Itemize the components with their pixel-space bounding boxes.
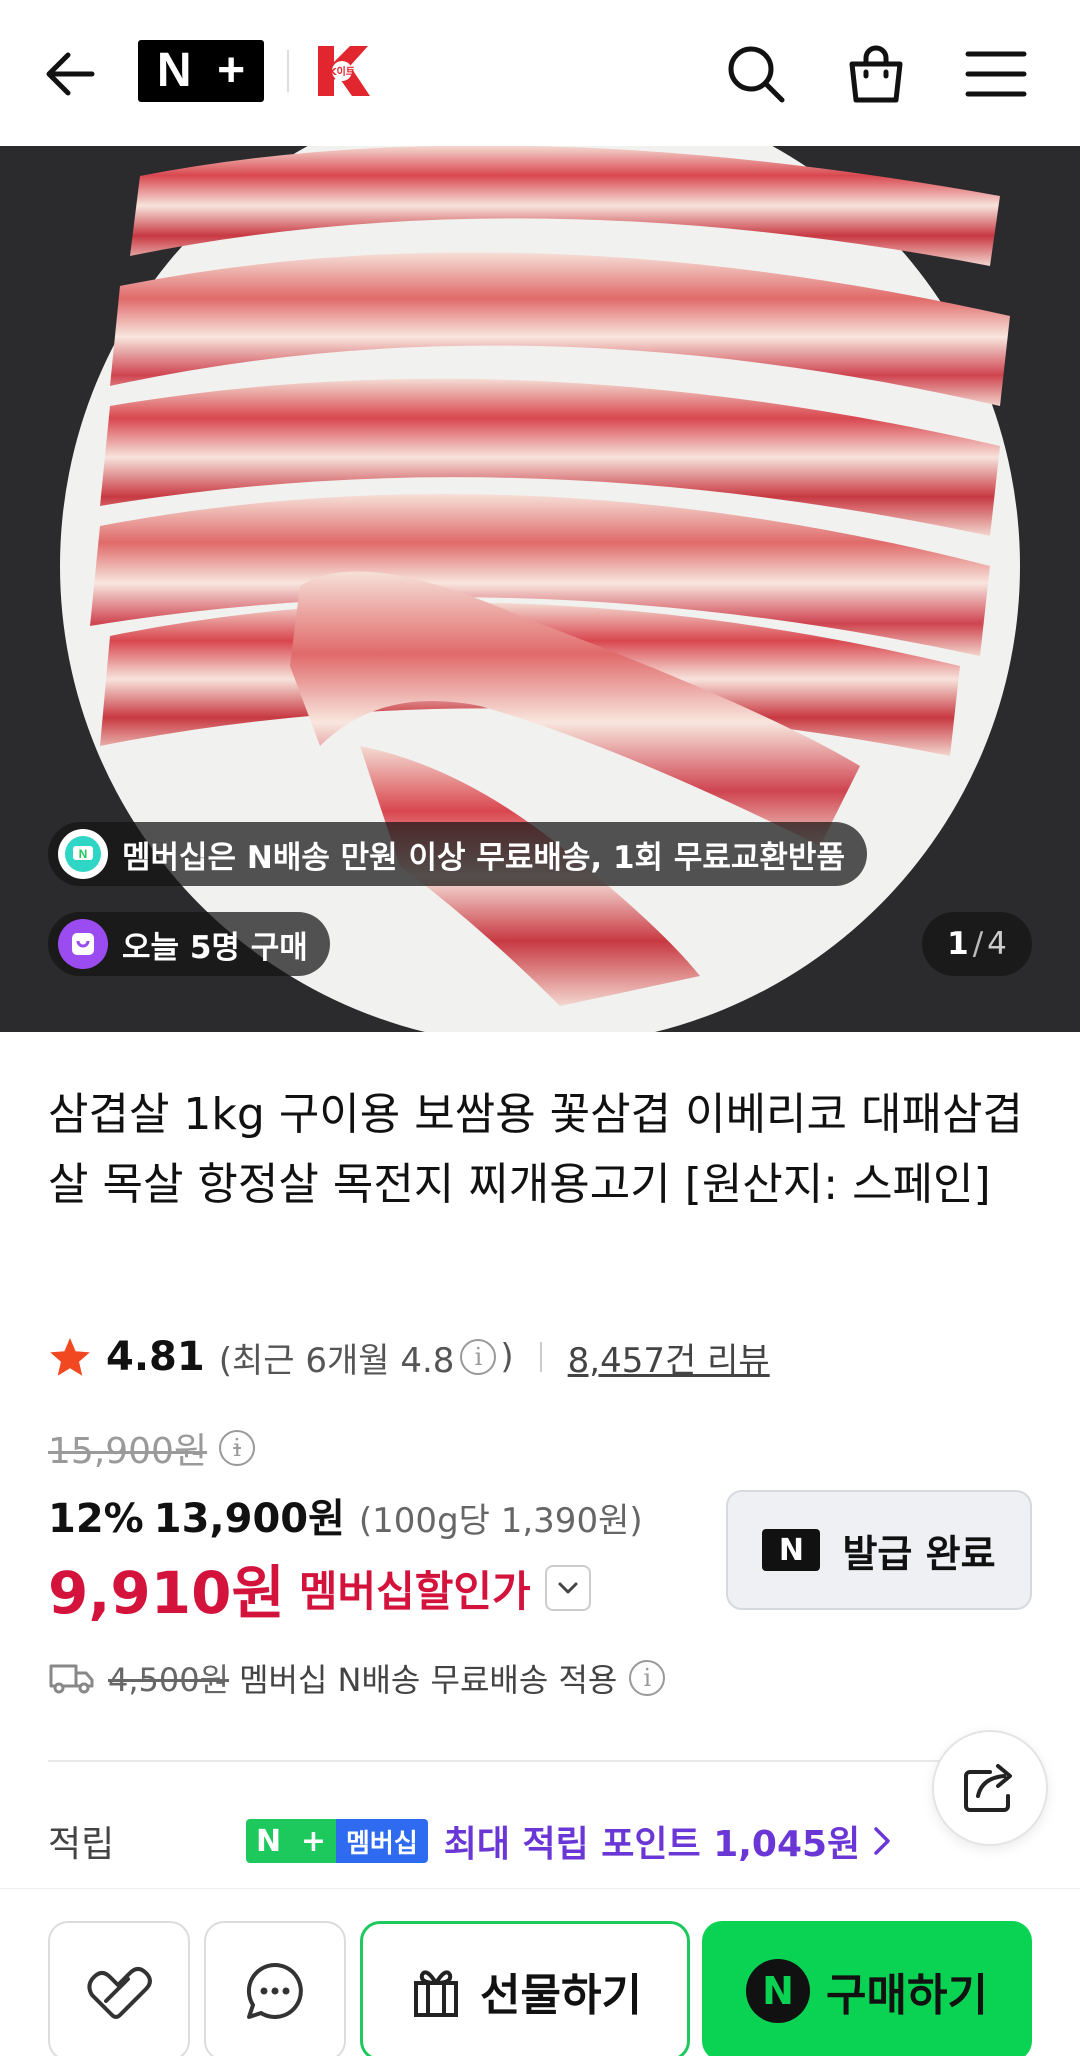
rating-recent-close: ) — [500, 1337, 514, 1377]
star-icon — [50, 1338, 90, 1376]
points-row[interactable]: 적립 N + 멤버십 최대 적립 포인트 1,045원 — [48, 1810, 1038, 1872]
store-logo[interactable]: K이트 — [312, 40, 376, 102]
store-logo-icon: K이트 — [318, 46, 370, 96]
tag-heart-icon — [87, 1967, 152, 2019]
shipping-description: 멤버십 N배송 무료배송 적용 — [239, 1661, 618, 1699]
max-points-text: 최대 적립 포인트 1,045원 — [443, 1824, 861, 1865]
chevron-down-icon — [558, 1582, 578, 1594]
buy-button[interactable]: N 구매하기 — [702, 1921, 1032, 2056]
chat-bubble-icon — [246, 1962, 303, 2019]
chevron-right-icon — [874, 1827, 890, 1855]
top-header: N + K이트 — [0, 0, 1080, 146]
buyers-today-chip: 오늘 5명 구매 — [48, 912, 330, 976]
purchase-bag-icon — [58, 919, 108, 969]
product-image-carousel[interactable]: N 멤버십은 N배송 만원 이상 무료배송, 1회 무료교환반품 오늘 5명 구… — [0, 146, 1080, 1032]
image-pager: 1 / 4 — [922, 912, 1032, 976]
share-icon — [964, 1764, 1012, 1812]
member-price-label: 멤버십할인가 — [298, 1566, 531, 1616]
cart-button[interactable] — [840, 38, 912, 110]
hamburger-menu-icon — [965, 51, 1027, 97]
sale-price: 13,900원 — [153, 1496, 345, 1542]
naver-pay-n-icon: N — [746, 1959, 811, 2023]
menu-button[interactable] — [960, 38, 1032, 110]
pager-total: 4 — [987, 926, 1007, 962]
rating-info-icon[interactable]: i — [460, 1339, 497, 1375]
coupon-label: 발급 완료 — [842, 1531, 996, 1576]
rating-row: 4.81 (최근 6개월 4.8 i ) 8,457건 리뷰 — [48, 1326, 770, 1388]
arrow-left-icon — [46, 52, 95, 96]
membership-chip-text: 멤버십은 N배송 만원 이상 무료배송, 1회 무료교환반품 — [122, 839, 845, 876]
rating-divider — [539, 1342, 542, 1372]
search-icon — [728, 46, 785, 103]
naver-plus-logo[interactable]: N + — [138, 40, 264, 102]
points-label: 적립 — [48, 1824, 115, 1865]
section-divider — [48, 1760, 1032, 1762]
original-price: 15,900원 — [48, 1431, 208, 1472]
member-price-row: 9,910원 멤버십할인가 — [48, 1552, 591, 1627]
wishlist-button[interactable] — [48, 1921, 190, 2056]
unit-price: (100g당 1,390원) — [358, 1501, 643, 1541]
nplus-badge-member: 멤버십 — [336, 1819, 428, 1863]
buyers-chip-text: 오늘 5명 구매 — [122, 929, 308, 966]
shipping-info-icon[interactable]: i — [629, 1660, 666, 1696]
original-price-row: 15,900원 i — [48, 1420, 256, 1476]
pork-belly-photo — [0, 146, 1080, 1032]
pager-current: 1 — [947, 926, 969, 962]
naver-plus-membership-badge: N + 멤버십 — [246, 1819, 428, 1863]
nplus-badge-n: N — [255, 1823, 282, 1859]
sale-price-row: 12% 13,900원 (100g당 1,390원) — [48, 1486, 643, 1548]
membership-benefit-chip: N 멤버십은 N배송 만원 이상 무료배송, 1회 무료교환반품 — [48, 822, 867, 886]
review-count-link[interactable]: 8,457건 리뷰 — [568, 1333, 770, 1382]
search-button[interactable] — [720, 38, 792, 110]
gift-button[interactable]: 선물하기 — [360, 1921, 690, 2056]
member-price: 9,910원 — [48, 1559, 285, 1627]
product-title: 삼겹살 1kg 구이용 보쌈용 꽃삼겹 이베리코 대패삼겹살 목살 항정살 목전… — [48, 1089, 1023, 1210]
gift-label: 선물하기 — [480, 1970, 642, 2021]
coupon-issued-button[interactable]: N 발급 완료 — [726, 1490, 1032, 1610]
shipping-old-fee: 4,500원 — [108, 1661, 230, 1699]
store-logo-text: K이트 — [329, 65, 355, 78]
logo-divider — [287, 50, 289, 92]
coupon-n-badge: N — [762, 1529, 821, 1571]
bottom-action-bar: 선물하기 N 구매하기 — [0, 1888, 1080, 2056]
membership-truck-icon: N — [58, 829, 108, 879]
gift-icon — [414, 1970, 459, 2017]
rating-recent: (최근 6개월 4.8 — [218, 1340, 455, 1381]
pager-separator: / — [972, 926, 984, 962]
price-info-icon[interactable]: i — [219, 1430, 256, 1466]
back-button[interactable] — [34, 38, 106, 110]
logo-n-text: N — [156, 44, 192, 97]
chat-button[interactable] — [204, 1921, 346, 2056]
discount-percent: 12% — [48, 1496, 144, 1542]
shipping-row: 4,500원 멤버십 N배송 무료배송 적용 i — [48, 1650, 666, 1706]
nplus-badge-green: N + — [246, 1819, 336, 1863]
nplus-badge-plus: + — [300, 1823, 327, 1859]
logo-plus-text: + — [217, 44, 246, 97]
buy-label: 구매하기 — [826, 1970, 988, 2021]
shopping-bag-icon — [849, 45, 903, 103]
rating-score: 4.81 — [106, 1334, 205, 1380]
price-detail-toggle[interactable] — [544, 1565, 591, 1611]
delivery-truck-icon — [49, 1664, 94, 1694]
membership-icon-letter: N — [79, 847, 88, 861]
